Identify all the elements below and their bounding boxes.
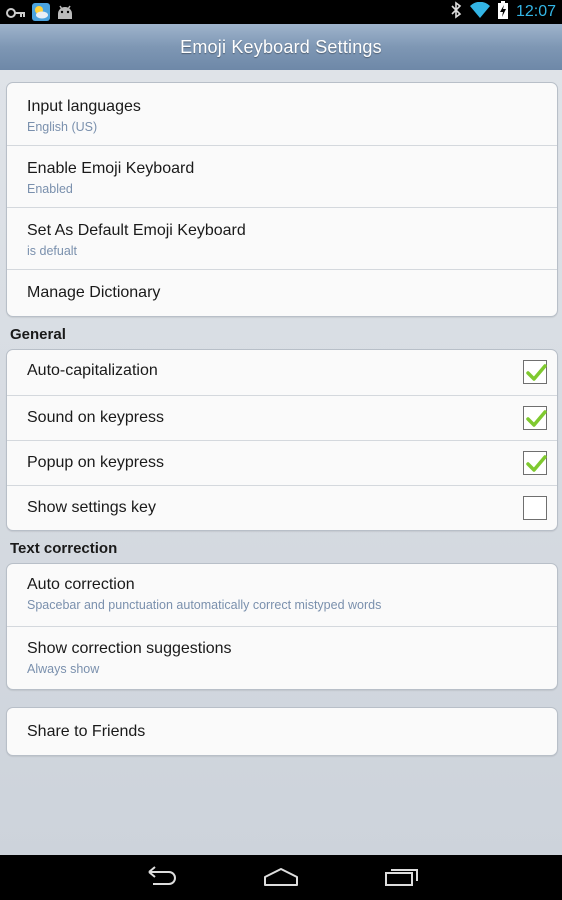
setting-title: Auto-capitalization <box>27 362 158 379</box>
setting-summary: Always show <box>27 662 100 676</box>
settings-list: Input languages English (US) Enable Emoj… <box>0 70 562 855</box>
checkbox-checked[interactable] <box>523 451 547 475</box>
settings-group-main: Input languages English (US) Enable Emoj… <box>6 82 558 317</box>
setting-auto-correction[interactable]: Auto correction Spacebar and punctuation… <box>7 564 557 626</box>
settings-group-general: Auto-capitalization Sound on keypress Po… <box>6 349 558 531</box>
setting-title: Show settings key <box>27 499 156 516</box>
setting-title: Auto correction <box>27 576 135 593</box>
setting-title: Sound on keypress <box>27 409 164 426</box>
setting-enable-emoji-keyboard[interactable]: Enable Emoji Keyboard Enabled <box>7 145 557 207</box>
title-bar: Emoji Keyboard Settings <box>0 24 562 71</box>
android-icon <box>56 4 74 24</box>
setting-title: Popup on keypress <box>27 454 164 471</box>
clock: 12:07 <box>515 3 556 20</box>
setting-title: Manage Dictionary <box>27 284 161 301</box>
setting-input-languages[interactable]: Input languages English (US) <box>7 83 557 145</box>
bluetooth-icon <box>450 1 462 23</box>
settings-group-share: Share to Friends <box>6 707 558 756</box>
wifi-icon <box>469 1 490 22</box>
setting-summary: is defualt <box>27 244 78 258</box>
weather-icon <box>32 3 50 25</box>
status-bar: 12:07 <box>0 0 562 24</box>
checkbox-unchecked[interactable] <box>523 496 547 520</box>
section-header-general: General <box>10 326 66 343</box>
setting-show-correction-suggestions[interactable]: Show correction suggestions Always show <box>7 626 557 689</box>
setting-manage-dictionary[interactable]: Manage Dictionary <box>7 269 557 315</box>
battery-charging-icon <box>497 1 508 23</box>
home-icon[interactable] <box>261 863 301 891</box>
settings-group-text-correction: Auto correction Spacebar and punctuation… <box>6 563 558 690</box>
setting-auto-capitalization[interactable]: Auto-capitalization <box>7 350 557 395</box>
setting-default-emoji-keyboard[interactable]: Set As Default Emoji Keyboard is defualt <box>7 207 557 269</box>
setting-sound-on-keypress[interactable]: Sound on keypress <box>7 395 557 440</box>
key-icon <box>6 5 26 24</box>
checkbox-checked[interactable] <box>523 406 547 430</box>
navigation-bar <box>0 855 562 900</box>
setting-show-settings-key[interactable]: Show settings key <box>7 485 557 530</box>
setting-title: Set As Default Emoji Keyboard <box>27 222 246 239</box>
setting-title: Input languages <box>27 98 141 115</box>
setting-share-to-friends[interactable]: Share to Friends <box>7 708 557 755</box>
setting-title: Enable Emoji Keyboard <box>27 160 195 177</box>
setting-summary: Spacebar and punctuation automatically c… <box>27 598 382 612</box>
back-icon[interactable] <box>141 863 181 891</box>
check-icon <box>526 455 547 472</box>
check-icon <box>526 364 547 381</box>
section-header-text-correction: Text correction <box>10 540 118 557</box>
setting-title: Share to Friends <box>27 723 146 740</box>
checkbox-checked[interactable] <box>523 360 547 384</box>
check-icon <box>526 410 547 427</box>
recent-apps-icon[interactable] <box>382 863 422 891</box>
setting-summary: English (US) <box>27 120 98 134</box>
setting-summary: Enabled <box>27 182 73 196</box>
setting-popup-on-keypress[interactable]: Popup on keypress <box>7 440 557 485</box>
page-title: Emoji Keyboard Settings <box>180 36 382 57</box>
setting-title: Show correction suggestions <box>27 640 232 657</box>
